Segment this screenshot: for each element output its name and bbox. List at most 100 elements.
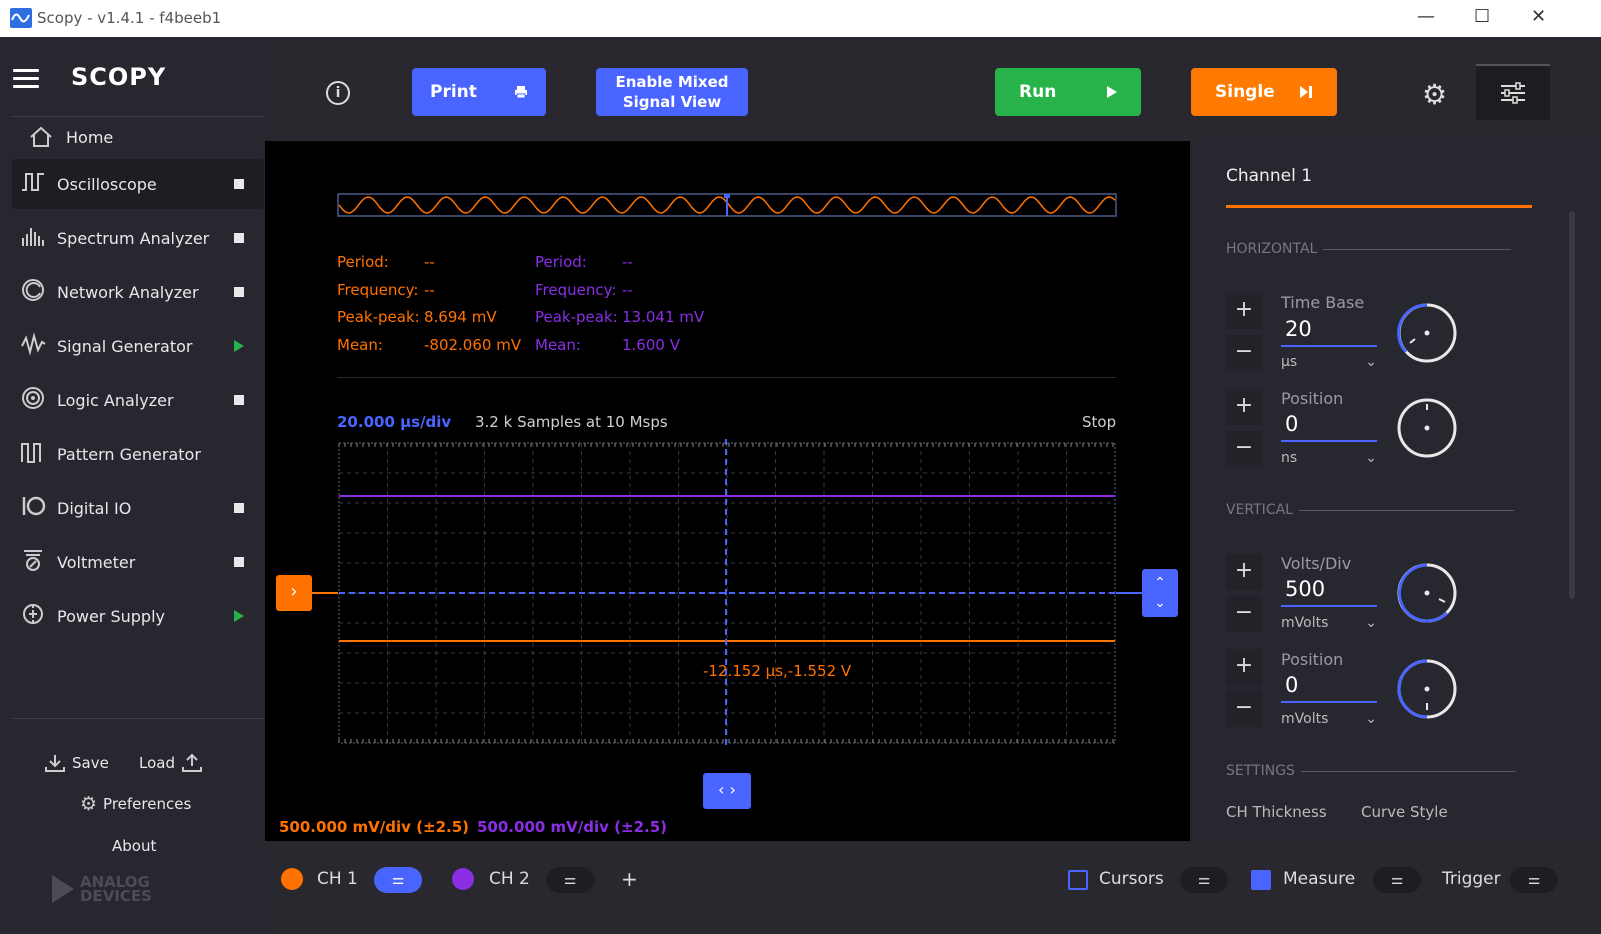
volts-div-unit-select[interactable]: mVolts ⌄ [1281,615,1377,631]
time-base-input[interactable]: 20 [1281,317,1377,347]
cursors-settings-toggle[interactable]: ⚌ [1180,867,1228,893]
network-icon [12,278,57,307]
channel-bar: CH 1 ⚌ CH 2 ⚌ + Cursors ⚌ Measure ⚌ Trig… [265,841,1601,934]
save-button[interactable]: Save [44,753,109,773]
h-position-input[interactable]: 0 [1281,412,1377,442]
trigger-label[interactable]: Trigger [1442,869,1501,889]
time-base-knob[interactable] [1396,302,1458,364]
ch2-scale-readout: 500.000 mV/div (±2.5) [477,818,667,836]
v-position-knob[interactable] [1396,658,1458,720]
ch1-offset-handle[interactable]: › [276,575,312,611]
oscilloscope-grid[interactable] [337,439,1117,749]
load-button[interactable]: Load [139,753,203,773]
time-overview-strip[interactable] [337,192,1118,218]
hamburger-menu-icon[interactable] [13,69,39,89]
maximize-icon[interactable]: ☐ [1474,6,1490,27]
v-position-increment[interactable]: + [1226,649,1262,685]
volts-div-unit: mVolts [1281,615,1329,631]
stop-indicator-icon[interactable] [234,179,244,189]
plot-area: Period: -- Frequency: -- Peak-peak: 8.69… [265,141,1190,841]
minimize-icon[interactable]: — [1417,6,1435,27]
settings-gear-icon[interactable]: ⚙ [1422,78,1447,111]
sidebar-item-network-analyzer[interactable]: Network Analyzer [12,267,264,317]
measure-checkbox[interactable] [1251,870,1271,890]
about-button[interactable]: About [112,837,156,855]
run-button[interactable]: Run [995,68,1141,116]
curve-style-label: Curve Style [1361,803,1448,821]
preferences-label: Preferences [103,795,192,813]
time-base-unit-select[interactable]: µs ⌄ [1281,354,1377,370]
chevron-down-icon: ⌄ [1365,711,1377,727]
panel-scrollbar[interactable] [1569,211,1575,599]
sidebar-item-oscilloscope[interactable]: Oscilloscope [12,159,264,209]
brand-line-2: DEVICES [80,887,152,905]
ch2-mean-value: 1.600 V [622,336,680,354]
stop-indicator-icon[interactable] [234,233,244,243]
close-icon[interactable]: ✕ [1531,6,1546,27]
v-position-label: Position [1281,650,1344,669]
enable-mixed-signal-button[interactable]: Enable Mixed Signal View [596,68,748,116]
divider [12,718,264,719]
stop-indicator-icon[interactable] [234,503,244,513]
title-bar: Scopy - v1.4.1 - f4beeb1 — ☐ ✕ [0,0,1601,37]
v-position-input[interactable]: 0 [1281,673,1377,703]
time-position-handle[interactable]: ‹ › [703,773,751,809]
time-base-decrement[interactable]: − [1226,335,1262,371]
sidebar: SCOPY Home Oscilloscope Spectrum Analyze… [0,37,270,934]
stop-indicator-icon[interactable] [234,395,244,405]
stop-indicator-icon[interactable] [234,287,244,297]
ch2-label[interactable]: CH 2 [489,869,530,889]
volts-div-increment[interactable]: + [1226,554,1262,590]
v-position-unit-select[interactable]: mVolts ⌄ [1281,711,1377,727]
ch1-color-dot[interactable] [281,868,303,890]
sidebar-item-pattern-generator[interactable]: Pattern Generator [12,429,264,479]
sidebar-item-label: Power Supply [57,606,165,626]
h-position-decrement[interactable]: − [1226,431,1262,467]
ch1-settings-toggle[interactable]: ⚌ [374,867,422,893]
h-position-unit-select[interactable]: ns ⌄ [1281,450,1377,466]
chevron-down-icon: ⌄ [1365,615,1377,631]
time-base-unit: µs [1281,354,1298,370]
volts-div-input[interactable]: 500 [1281,577,1377,607]
ch2-settings-toggle[interactable]: ⚌ [546,867,594,893]
mixed-label-2: Signal View [622,93,722,111]
v-position-decrement[interactable]: − [1226,691,1262,727]
stop-indicator-icon[interactable] [234,557,244,567]
h-position-increment[interactable]: + [1226,389,1262,425]
ch1-label[interactable]: CH 1 [317,869,358,889]
time-base-increment[interactable]: + [1226,293,1262,329]
ch2-color-dot[interactable] [452,868,474,890]
tool-menu-button[interactable] [1476,64,1550,120]
trigger-level-handle[interactable]: ⌃ ⌄ [1142,569,1178,617]
ch1-period-label: Period: [337,253,389,271]
play-indicator-icon[interactable] [234,610,244,622]
play-indicator-icon[interactable] [234,340,244,352]
measure-settings-toggle[interactable]: ⚌ [1373,867,1421,893]
sidebar-item-voltmeter[interactable]: Voltmeter [12,537,264,587]
volts-div-decrement[interactable]: − [1226,596,1262,632]
ch2-period-value: -- [622,253,633,271]
volts-div-knob[interactable] [1396,562,1458,624]
preferences-button[interactable]: ⚙ Preferences [80,793,191,815]
panel-title-underline [1226,205,1532,208]
chevron-down-icon: ⌄ [1365,354,1377,370]
h-position-knob[interactable] [1396,397,1458,459]
sidebar-item-label: Logic Analyzer [57,390,174,410]
cursors-checkbox[interactable] [1068,870,1088,890]
info-icon[interactable]: i [326,81,350,105]
add-channel-button[interactable]: + [621,867,638,891]
sidebar-item-signal-generator[interactable]: Signal Generator [12,321,264,371]
ch1-mean-value: -802.060 mV [424,336,522,354]
sidebar-item-digital-io[interactable]: Digital IO [12,483,264,533]
sidebar-item-power-supply[interactable]: Power Supply [12,591,264,641]
save-label: Save [72,754,109,772]
single-button[interactable]: Single [1191,68,1337,116]
ch1-handle-line [312,592,338,594]
sidebar-item-logic-analyzer[interactable]: Logic Analyzer [12,375,264,425]
sidebar-item-label: Digital IO [57,498,132,518]
home-button[interactable]: Home [28,126,113,148]
ch1-mean-label: Mean: [337,336,383,354]
sidebar-item-spectrum-analyzer[interactable]: Spectrum Analyzer [12,213,264,263]
print-button[interactable]: Print [412,68,546,116]
trigger-settings-toggle[interactable]: ⚌ [1510,867,1558,893]
